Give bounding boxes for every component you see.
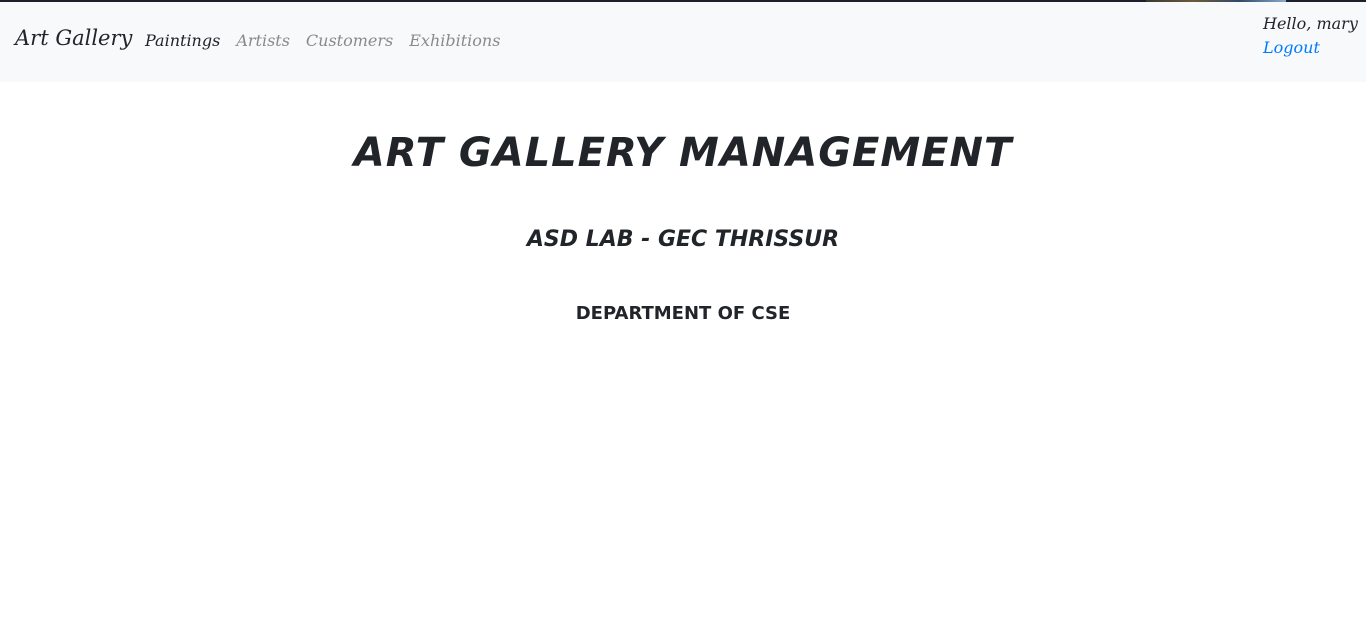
user-greeting: Hello, mary xyxy=(1263,14,1358,33)
nav-links: Paintings Artists Customers Exhibitions xyxy=(145,31,516,50)
navbar: Art Gallery Paintings Artists Customers … xyxy=(0,2,1366,82)
nav-link-customers[interactable]: Customers xyxy=(306,31,393,50)
nav-link-artists[interactable]: Artists xyxy=(236,31,290,50)
page-title: Art Gallery Management xyxy=(353,130,1013,176)
logout-link[interactable]: Logout xyxy=(1263,36,1363,60)
user-box: Hello, mary Logout xyxy=(1263,12,1363,60)
nav-link-paintings[interactable]: Paintings xyxy=(145,31,220,50)
nav-link-exhibitions[interactable]: Exhibitions xyxy=(409,31,500,50)
brand-link[interactable]: Art Gallery xyxy=(15,26,132,50)
page-subtitle: ASD LAB - GEC THRISSUR xyxy=(526,227,840,252)
department-heading: Department of CSE xyxy=(575,303,791,324)
